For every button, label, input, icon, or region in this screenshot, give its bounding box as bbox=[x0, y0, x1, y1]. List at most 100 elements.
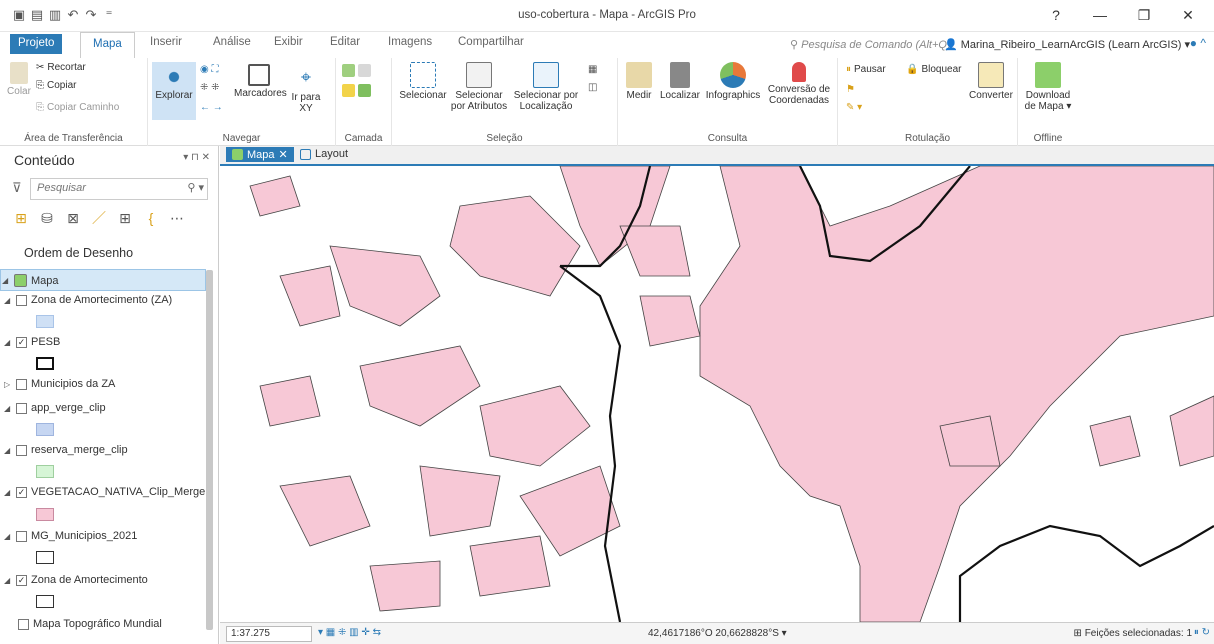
expand-icon[interactable]: ◢ bbox=[4, 296, 12, 305]
minimize-button[interactable]: — bbox=[1078, 4, 1122, 26]
coordinate-conversion-button[interactable]: Conversão de Coordenadas bbox=[766, 62, 832, 106]
tab-analise[interactable]: Análise bbox=[213, 36, 251, 48]
layer-reserva-merge-clip[interactable]: ◢ reserva_merge_clip bbox=[4, 444, 128, 456]
label-icon[interactable]: ⚑ bbox=[846, 84, 855, 95]
restore-button[interactable]: ❐ bbox=[1122, 4, 1166, 26]
visibility-checkbox[interactable]: ✓ bbox=[16, 574, 27, 586]
tab-inserir[interactable]: Inserir bbox=[150, 36, 182, 48]
visibility-checkbox[interactable] bbox=[16, 294, 27, 306]
visibility-checkbox[interactable]: ✓ bbox=[16, 336, 27, 348]
expand-icon[interactable]: ◢ bbox=[4, 576, 12, 585]
zoom-to-selection-icon[interactable]: ◫ bbox=[588, 82, 597, 93]
expand-icon[interactable]: ◢ bbox=[4, 404, 12, 413]
download-map-button[interactable]: Download de Mapa ▾ bbox=[1022, 62, 1074, 112]
back-forward-icon[interactable]: ← → bbox=[200, 102, 223, 113]
paste-button[interactable]: Colar bbox=[6, 62, 32, 97]
close-tab-icon[interactable]: ✕ bbox=[279, 148, 288, 161]
symbol-swatch[interactable] bbox=[36, 423, 54, 436]
visibility-checkbox[interactable] bbox=[16, 402, 27, 414]
source-icon[interactable]: ⛁ bbox=[38, 210, 56, 227]
collapse-icon[interactable]: ▷ bbox=[4, 380, 12, 389]
tab-exibir[interactable]: Exibir bbox=[274, 36, 303, 48]
layer-zona-amortecimento-za[interactable]: ◢ Zona de Amortecimento (ZA) bbox=[4, 294, 172, 306]
coordinate-readout[interactable]: 42,4617186°O 20,6628828°S ▾ bbox=[648, 628, 787, 639]
tab-mapa[interactable]: Mapa bbox=[80, 32, 135, 58]
zoom-extent-icon[interactable]: ◉ ⛶ bbox=[200, 64, 219, 75]
pause-labels-button[interactable]: ⏸ Pausar bbox=[846, 64, 886, 75]
command-search[interactable]: ⚲ Pesquisa de Comando (Alt+Q) bbox=[790, 38, 951, 51]
contents-search-input[interactable]: Pesquisar bbox=[30, 178, 208, 200]
zoom-fixed-icon[interactable]: ⁜ ⁜ bbox=[200, 82, 220, 93]
group-navegar: Explorar ◉ ⛶ ⁜ ⁜ ← → Marcadores ⌖ Ir par… bbox=[148, 58, 336, 146]
close-button[interactable]: ✕ bbox=[1166, 4, 1210, 26]
selected-features[interactable]: ⊞ Feições selecionadas: 1 bbox=[1074, 628, 1192, 639]
go-to-xy-button[interactable]: ⌖ Ir para XY bbox=[288, 64, 324, 114]
expand-icon[interactable]: ◢ bbox=[4, 488, 12, 497]
expand-icon[interactable]: ◢ bbox=[2, 276, 10, 285]
visibility-checkbox[interactable]: ✓ bbox=[16, 486, 27, 498]
layer-zona-amortecimento[interactable]: ◢ ✓ Zona de Amortecimento bbox=[4, 574, 148, 586]
copy-path-button[interactable]: ⎘ Copiar Caminho bbox=[36, 102, 119, 113]
copy-button[interactable]: ⎘ Copiar bbox=[36, 80, 76, 91]
layer-vegetacao-nativa[interactable]: ◢ ✓ VEGETACAO_NATIVA_Clip_Merge bbox=[4, 486, 205, 498]
layer-app-verge-clip[interactable]: ◢ app_verge_clip bbox=[4, 402, 106, 414]
layer-map[interactable]: ◢ Mapa bbox=[2, 274, 59, 287]
select-button[interactable]: Selecionar bbox=[398, 62, 448, 101]
search-icon[interactable]: ⚲ ▾ bbox=[187, 181, 204, 194]
locate-button[interactable]: Localizar bbox=[658, 62, 702, 101]
expand-icon[interactable]: ◢ bbox=[4, 446, 12, 455]
visibility-checkbox[interactable] bbox=[18, 618, 29, 630]
tab-imagens[interactable]: Imagens bbox=[388, 36, 432, 48]
label-options-icon[interactable]: ✎ ▾ bbox=[846, 102, 862, 113]
map-canvas[interactable] bbox=[220, 166, 1214, 622]
bookmarks-button[interactable]: Marcadores bbox=[234, 64, 287, 99]
pane-options-icon[interactable]: ▾ ⊓ ✕ bbox=[183, 152, 210, 163]
visibility-checkbox[interactable] bbox=[16, 444, 27, 456]
labeling-icon[interactable]: { bbox=[142, 210, 160, 226]
help-button[interactable]: ? bbox=[1034, 4, 1078, 26]
tab-projeto[interactable]: Projeto bbox=[10, 34, 63, 54]
selection-list-icon[interactable]: ⊠ bbox=[64, 210, 82, 227]
symbol-swatch[interactable] bbox=[36, 357, 54, 370]
basemap-icon[interactable] bbox=[342, 64, 371, 77]
tab-map-view[interactable]: Mapa ✕ bbox=[226, 147, 294, 162]
layer-pesb[interactable]: ◢ ✓ PESB bbox=[4, 336, 60, 348]
symbol-swatch[interactable] bbox=[36, 551, 54, 564]
tab-compartilhar[interactable]: Compartilhar bbox=[458, 36, 524, 48]
draw-order-icon[interactable]: ⊞ bbox=[12, 210, 30, 227]
layer-mapa-topografico[interactable]: Mapa Topográfico Mundial bbox=[18, 618, 162, 630]
infographics-button[interactable]: Infographics bbox=[704, 62, 762, 101]
convert-button[interactable]: Converter bbox=[968, 62, 1014, 101]
layer-mg-municipios-2021[interactable]: ◢ MG_Municipios_2021 bbox=[4, 530, 137, 542]
tab-editar[interactable]: Editar bbox=[330, 36, 360, 48]
select-by-attributes-button[interactable]: Selecionar por Atributos bbox=[450, 62, 508, 112]
status-tools-icon[interactable]: ▾ ▦ ⁜ ▥ ✛ ⇆ bbox=[318, 627, 381, 638]
symbol-swatch[interactable] bbox=[36, 595, 54, 608]
add-data-icon[interactable] bbox=[342, 84, 371, 97]
user-account[interactable]: 👤 Marina_Ribeiro_LearnArcGIS (Learn ArcG… bbox=[944, 38, 1190, 51]
clear-selection-icon[interactable]: ▦ bbox=[588, 64, 597, 75]
explore-button[interactable]: Explorar bbox=[152, 62, 196, 120]
visibility-checkbox[interactable] bbox=[16, 530, 27, 542]
more-icon[interactable]: ⋯ bbox=[168, 210, 186, 227]
book-icon bbox=[248, 64, 270, 86]
tab-layout-view[interactable]: Layout bbox=[300, 148, 348, 160]
editing-icon[interactable]: ／ bbox=[90, 208, 108, 228]
symbol-swatch[interactable] bbox=[36, 315, 54, 328]
lock-labels-button[interactable]: 🔒 Bloquear bbox=[906, 64, 961, 75]
expand-icon[interactable]: ◢ bbox=[4, 338, 12, 347]
filter-icon[interactable]: ⊽ bbox=[12, 180, 22, 196]
expand-icon[interactable]: ◢ bbox=[4, 532, 12, 541]
visibility-checkbox[interactable] bbox=[16, 378, 27, 390]
scale-input[interactable]: 1:37.275 bbox=[226, 626, 312, 642]
pause-refresh-icon[interactable]: ⏸ ↻ bbox=[1194, 627, 1210, 638]
symbol-swatch[interactable] bbox=[36, 508, 54, 521]
layer-municipios-za[interactable]: ▷ Municipios da ZA bbox=[4, 378, 115, 390]
notifications-icon[interactable]: ● ^ bbox=[1190, 36, 1206, 50]
select-by-location-button[interactable]: Selecionar por Localização bbox=[512, 62, 580, 112]
cut-button[interactable]: ✂ Recortar bbox=[36, 62, 86, 73]
measure-button[interactable]: Medir bbox=[622, 62, 656, 101]
contents-scrollbar[interactable] bbox=[206, 270, 213, 630]
snapping-icon[interactable]: ⊞ bbox=[116, 210, 134, 227]
symbol-swatch[interactable] bbox=[36, 465, 54, 478]
